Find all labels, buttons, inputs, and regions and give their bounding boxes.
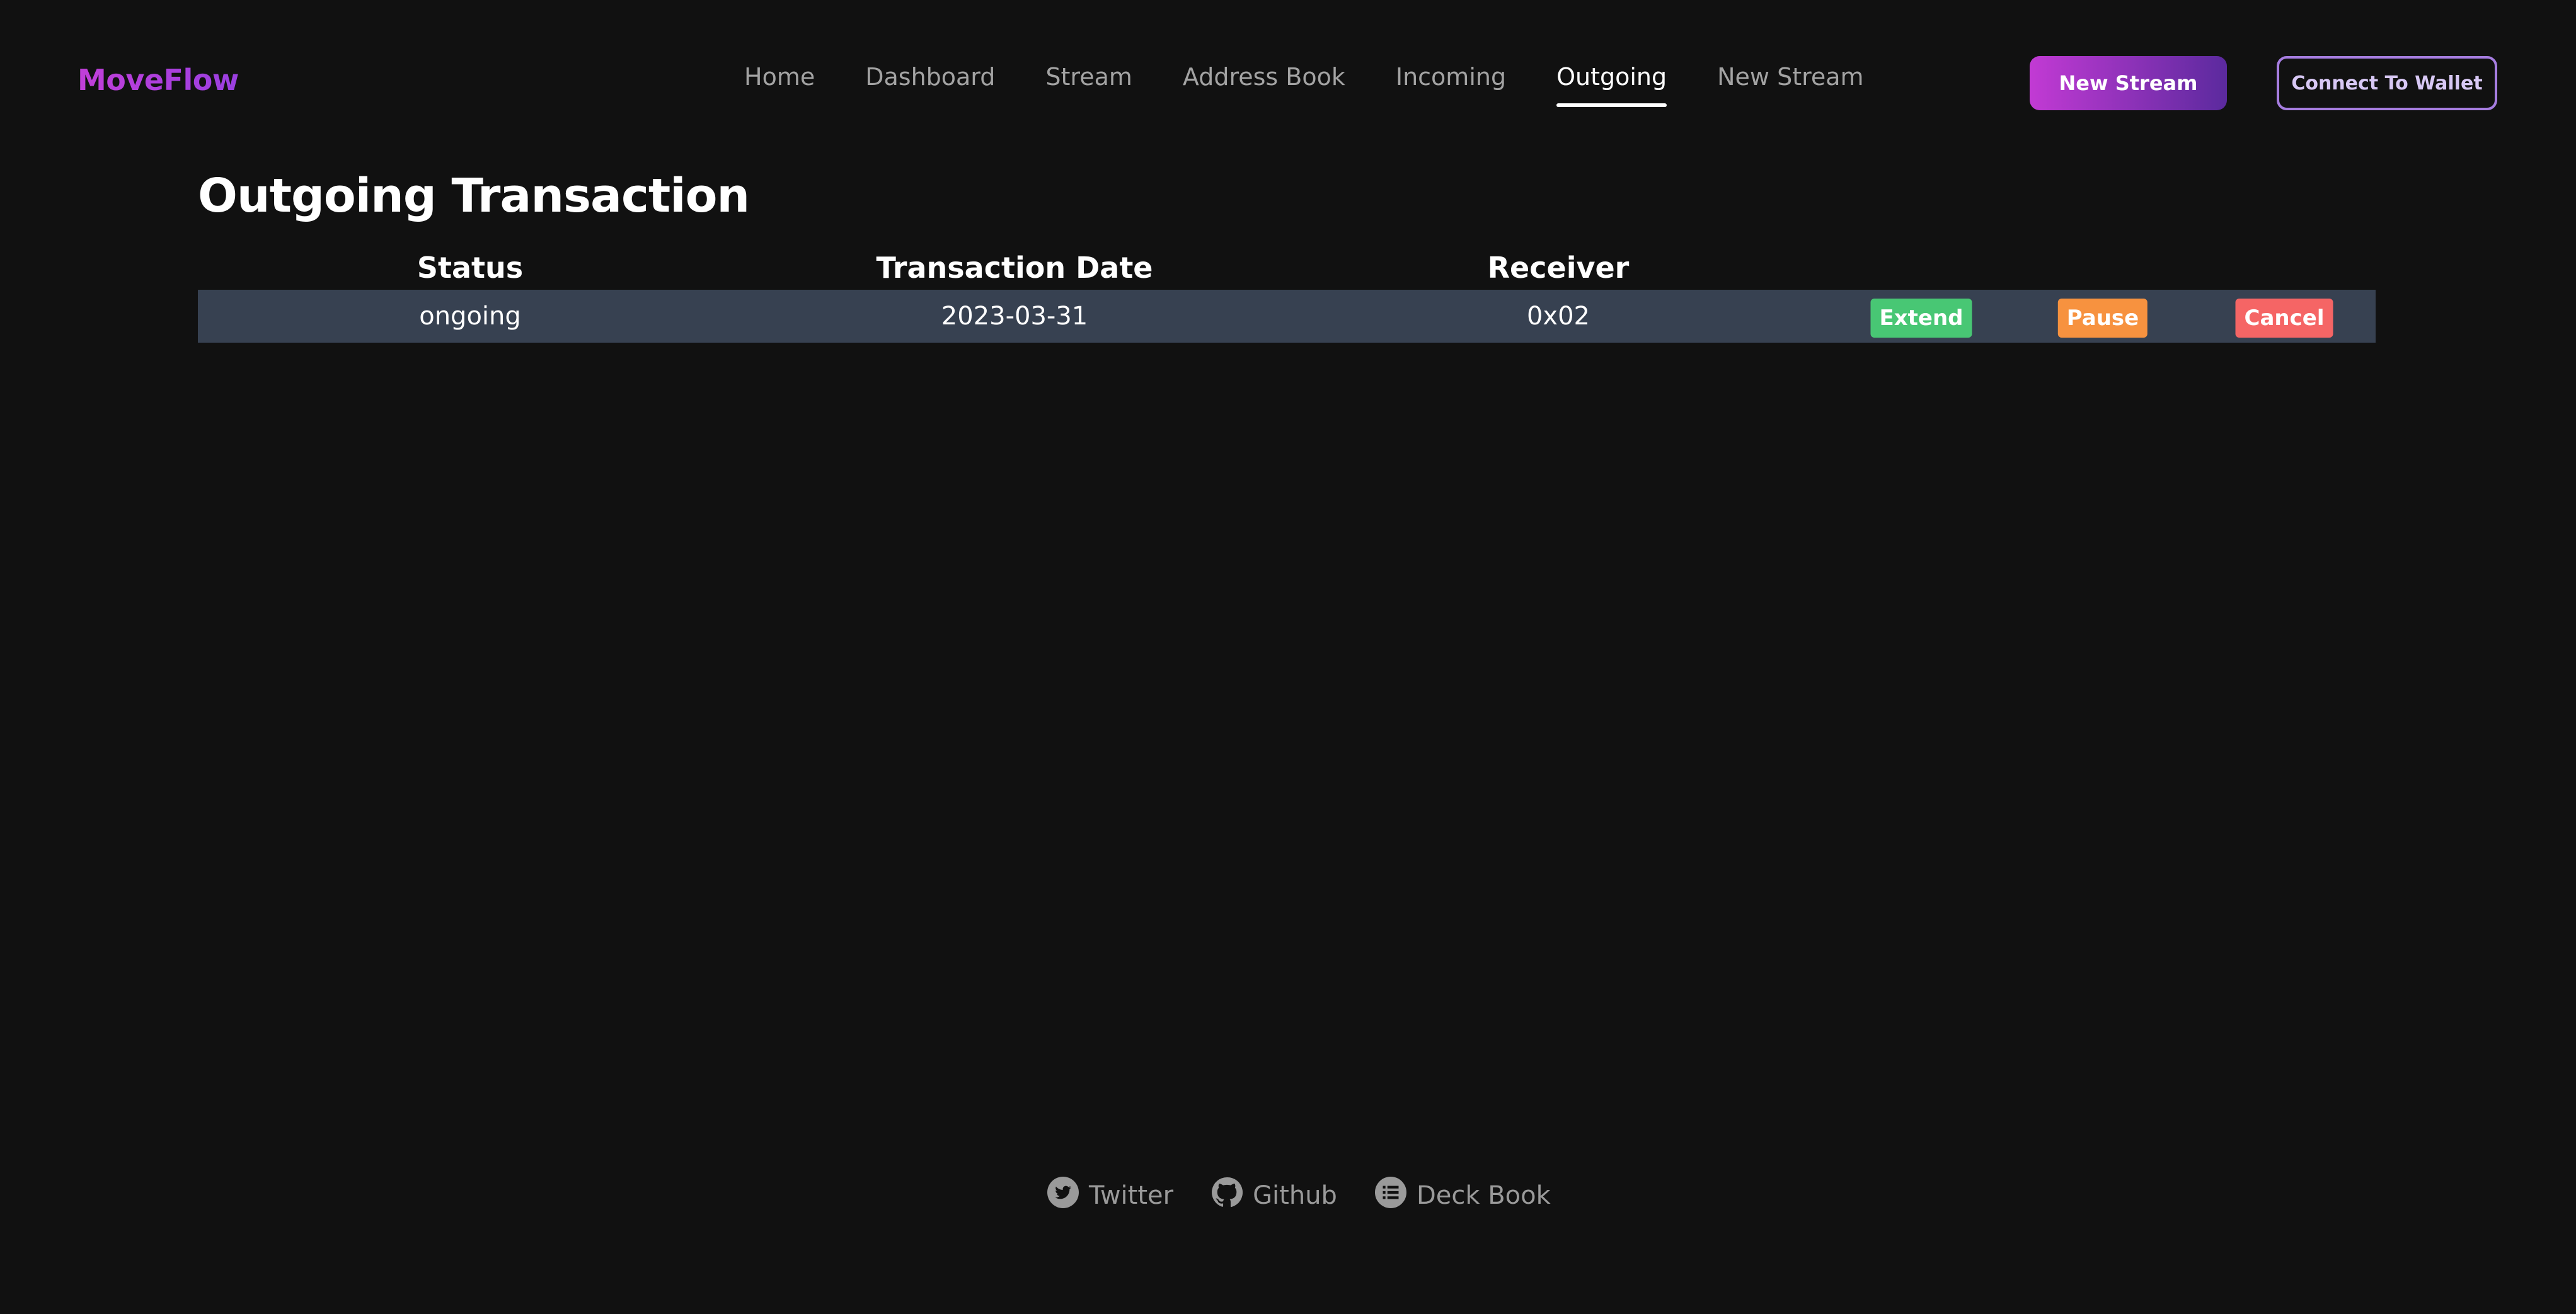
footer-link-label: Twitter [1089, 1181, 1174, 1210]
footer-links: Twitter Github Deck Book [1047, 1177, 1551, 1214]
list-icon [1374, 1177, 1406, 1214]
nav-incoming[interactable]: Incoming [1396, 63, 1506, 107]
footer-link-twitter[interactable]: Twitter [1047, 1177, 1173, 1214]
moveflow-logo[interactable]: MoveFlow [78, 63, 239, 97]
nav-outgoing[interactable]: Outgoing [1556, 63, 1667, 107]
footer-link-label: Github [1253, 1181, 1337, 1210]
nav-dashboard[interactable]: Dashboard [865, 63, 995, 107]
footer-link-github[interactable]: Github [1211, 1177, 1337, 1214]
twitter-icon [1047, 1177, 1079, 1214]
status-cell: ongoing [419, 302, 521, 331]
table-header: Status Transaction Date Receiver [198, 251, 2376, 290]
footer-link-label: Deck Book [1416, 1181, 1551, 1210]
table-row: ongoing 2023-03-31 0x02 Extend Pause Can… [198, 290, 2376, 343]
connect-wallet-button[interactable]: Connect To Wallet [2277, 56, 2497, 110]
main-nav: Home Dashboard Stream Address Book Incom… [744, 63, 1864, 107]
cancel-button[interactable]: Cancel [2235, 299, 2333, 338]
page-title: Outgoing Transaction [198, 169, 750, 223]
github-icon [1211, 1177, 1243, 1214]
footer-link-deck-book[interactable]: Deck Book [1374, 1177, 1551, 1214]
pause-button[interactable]: Pause [2057, 299, 2148, 338]
nav-new-stream[interactable]: New Stream [1717, 63, 1863, 107]
nav-stream[interactable]: Stream [1045, 63, 1132, 107]
transaction-date-cell: 2023-03-31 [941, 302, 1088, 331]
nav-home[interactable]: Home [744, 63, 815, 107]
outgoing-transactions-table: Status Transaction Date Receiver ongoing… [198, 251, 2376, 343]
column-header-status: Status [417, 251, 524, 285]
extend-button[interactable]: Extend [1870, 299, 1972, 338]
nav-address-book[interactable]: Address Book [1183, 63, 1345, 107]
new-stream-button[interactable]: New Stream [2030, 56, 2227, 110]
app-page: MoveFlow Home Dashboard Stream Address B… [0, 0, 2576, 1314]
column-header-receiver: Receiver [1487, 251, 1630, 285]
receiver-cell: 0x02 [1526, 302, 1590, 331]
column-header-transaction-date: Transaction Date [876, 251, 1153, 285]
